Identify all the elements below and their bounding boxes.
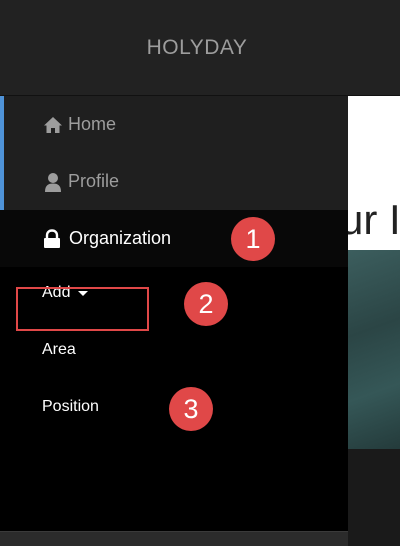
- sidebar-scroll-edge: [0, 531, 348, 546]
- sidebar-item-label: Profile: [68, 171, 120, 191]
- sidebar-item-organization[interactable]: Organization: [0, 210, 348, 267]
- submenu-item-position[interactable]: Position: [42, 398, 99, 416]
- main-content: ur I: [348, 96, 400, 449]
- submenu-item-area[interactable]: Area: [42, 341, 76, 359]
- step-badge-3: 3: [169, 387, 213, 431]
- sidebar-item-home[interactable]: Home: [0, 96, 348, 153]
- sidebar-item-label: Organization: [69, 228, 172, 248]
- sidebar-item-label: Home: [68, 114, 117, 134]
- top-navbar: HOLYDAY: [0, 0, 400, 96]
- step-badge-2: 2: [184, 282, 228, 326]
- lock-icon: [41, 228, 63, 250]
- home-icon: [42, 114, 64, 136]
- page-heading-fragment: ur I: [348, 196, 400, 243]
- brand-title[interactable]: HOLYDAY: [147, 36, 248, 60]
- hero-image: [348, 250, 400, 449]
- user-icon: [42, 171, 64, 193]
- position-highlight-box: [16, 287, 149, 331]
- sidebar-item-profile[interactable]: Profile: [0, 153, 348, 210]
- step-badge-1: 1: [231, 217, 275, 261]
